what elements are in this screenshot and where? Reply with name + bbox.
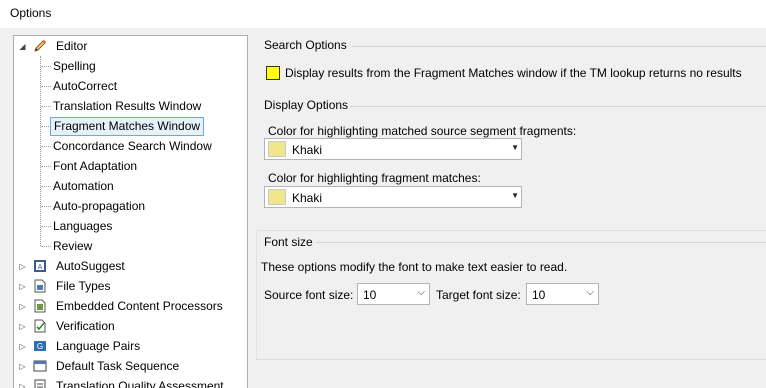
dropdown-arrow-icon[interactable]: ▼ — [511, 143, 519, 152]
source-color-dropdown[interactable]: Khaki ▼ — [264, 138, 522, 160]
source-font-size-value: 10 — [363, 288, 377, 302]
tree-item-label: Translation Results Window — [53, 99, 202, 113]
task-sequence-icon — [33, 360, 47, 372]
dropdown-arrow-icon[interactable]: ▼ — [511, 191, 519, 200]
tree-item-spelling[interactable]: Spelling — [50, 56, 99, 76]
tree-item-label: Languages — [53, 219, 113, 233]
display-options-title: Display Options — [264, 98, 349, 112]
options-tree[interactable]: ◢ Editor Spelling AutoCorrect Translation … — [13, 35, 248, 388]
tree-item-translation-quality-assessment[interactable]: ▷ Translation Quality Assessment — [18, 376, 247, 388]
fragment-color-label: Color for highlighting fragment matches: — [268, 171, 481, 185]
window-title: Options — [10, 6, 52, 20]
expand-arrow-icon[interactable]: ◢ — [18, 42, 27, 51]
tree-item-concordance-search-window[interactable]: Concordance Search Window — [50, 136, 215, 156]
tree-item-embedded-content-processors[interactable]: ▷ Embedded Content Processors — [18, 296, 247, 316]
font-size-description: These options modify the font to make te… — [261, 260, 568, 274]
tree-item-label: Embedded Content Processors — [56, 299, 223, 313]
source-color-label: Color for highlighting matched source se… — [268, 124, 577, 138]
file-types-icon — [34, 279, 46, 293]
embedded-content-icon — [34, 299, 46, 313]
tree-item-label: AutoSuggest — [56, 259, 125, 273]
chevron-down-icon[interactable]: ⌵ — [417, 287, 425, 298]
fragment-color-dropdown[interactable]: Khaki ▼ — [264, 186, 522, 208]
tree-item-label: Default Task Sequence — [56, 359, 180, 373]
collapse-arrow-icon[interactable]: ▷ — [18, 262, 27, 271]
khaki-swatch — [268, 141, 286, 157]
verification-icon — [34, 319, 46, 333]
tree-item-label: Fragment Matches Window — [50, 117, 205, 136]
tree-item-label: File Types — [56, 279, 111, 293]
tree-item-label: Auto-propagation — [53, 199, 146, 213]
svg-text:G: G — [37, 342, 43, 351]
tree-item-label: Editor — [56, 39, 88, 53]
tree-item-verification[interactable]: ▷ Verification — [18, 316, 247, 336]
target-font-size-dropdown[interactable]: 10 ⌵ — [526, 283, 599, 305]
tree-item-fragment-matches-window[interactable]: Fragment Matches Window — [50, 116, 205, 136]
tree-item-autosuggest[interactable]: ▷ A AutoSuggest — [18, 256, 247, 276]
tree-item-default-task-sequence[interactable]: ▷ Default Task Sequence — [18, 356, 247, 376]
tree-item-auto-propagation[interactable]: Auto-propagation — [50, 196, 148, 216]
fragment-color-value: Khaki — [292, 191, 323, 205]
source-font-size-label: Source font size: — [264, 288, 354, 302]
tree-item-label: Concordance Search Window — [53, 139, 212, 153]
pencil-icon — [34, 40, 46, 52]
title-bar: Options — [0, 0, 766, 28]
tree-item-automation[interactable]: Automation — [50, 176, 117, 196]
target-font-size-label: Target font size: — [436, 288, 521, 302]
tree-item-languages[interactable]: Languages — [50, 216, 115, 236]
svg-text:A: A — [38, 264, 43, 271]
divider — [350, 106, 766, 107]
divider — [352, 46, 766, 47]
target-font-size-value: 10 — [532, 288, 546, 302]
collapse-arrow-icon[interactable]: ▷ — [18, 362, 27, 371]
autosuggest-icon: A — [34, 260, 46, 272]
khaki-swatch — [268, 189, 286, 205]
collapse-arrow-icon[interactable]: ▷ — [18, 342, 27, 351]
tree-item-label: Language Pairs — [56, 339, 141, 353]
collapse-arrow-icon[interactable]: ▷ — [18, 382, 27, 388]
tree-item-label: Translation Quality Assessment — [56, 379, 224, 388]
tree-item-label: AutoCorrect — [53, 79, 118, 93]
language-pairs-icon: G — [34, 341, 46, 351]
tree-item-language-pairs[interactable]: ▷ G Language Pairs — [18, 336, 247, 356]
tree-item-review[interactable]: Review — [50, 236, 95, 256]
tree-item-translation-results-window[interactable]: Translation Results Window — [50, 96, 204, 116]
collapse-arrow-icon[interactable]: ▷ — [18, 302, 27, 311]
tree-item-label: Automation — [53, 179, 114, 193]
tree-item-autocorrect[interactable]: AutoCorrect — [50, 76, 120, 96]
tree-connector — [40, 56, 41, 246]
divider — [316, 242, 766, 243]
tree-item-label: Review — [53, 239, 93, 253]
font-size-title: Font size — [264, 235, 313, 249]
source-font-size-dropdown[interactable]: 10 ⌵ — [357, 283, 430, 305]
display-results-label: Display results from the Fragment Matche… — [285, 66, 742, 80]
source-color-value: Khaki — [292, 143, 323, 157]
tree-item-label: Verification — [56, 319, 115, 333]
tree-item-font-adaptation[interactable]: Font Adaptation — [50, 156, 140, 176]
chevron-down-icon[interactable]: ⌵ — [586, 287, 594, 298]
tree-item-file-types[interactable]: ▷ File Types — [18, 276, 247, 296]
tree-item-label: Font Adaptation — [53, 159, 138, 173]
collapse-arrow-icon[interactable]: ▷ — [18, 322, 27, 331]
tree-item-label: Spelling — [53, 59, 96, 73]
display-results-checkbox[interactable] — [266, 66, 280, 80]
search-options-title: Search Options — [264, 38, 347, 52]
settings-panel: Search Options Display results from the … — [253, 28, 766, 387]
collapse-arrow-icon[interactable]: ▷ — [18, 282, 27, 291]
